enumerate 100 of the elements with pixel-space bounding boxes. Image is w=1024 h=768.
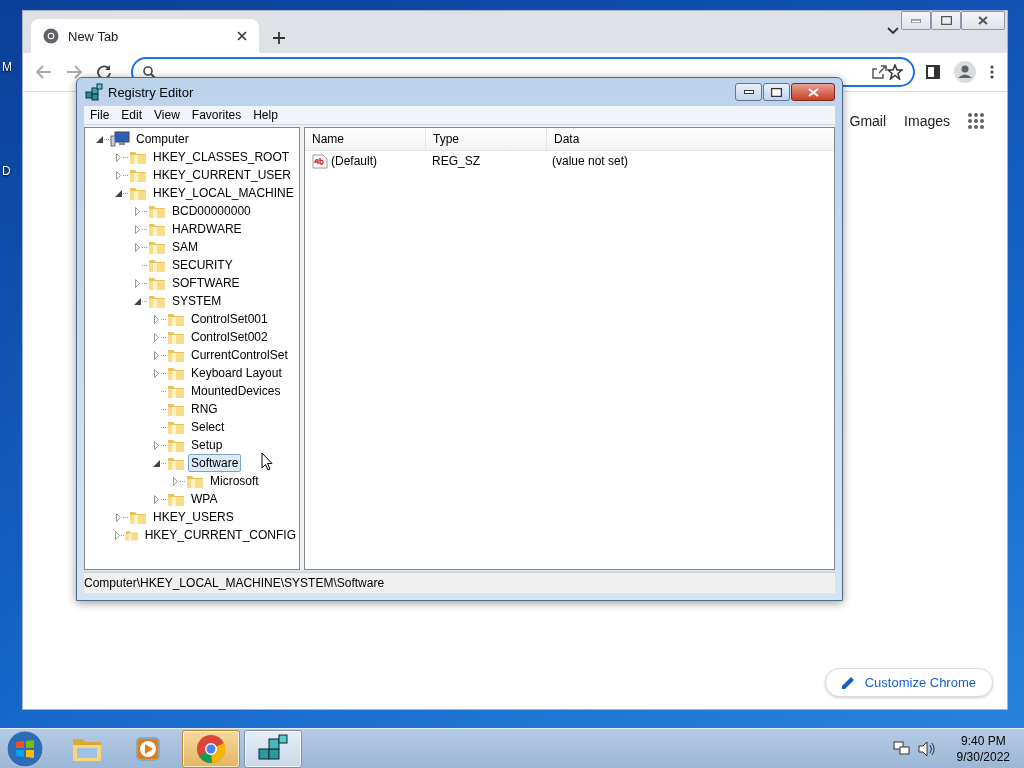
new-tab-icon[interactable] bbox=[273, 32, 285, 44]
tree-item[interactable]: MountedDevices bbox=[188, 382, 284, 400]
search-icon bbox=[143, 65, 156, 79]
folder-icon bbox=[167, 419, 185, 435]
close-icon[interactable] bbox=[237, 31, 247, 41]
chevron-down-icon[interactable] bbox=[887, 27, 899, 35]
star-icon[interactable] bbox=[887, 64, 903, 80]
column-header[interactable]: Name bbox=[305, 128, 426, 150]
tree-item[interactable]: BCD00000000 bbox=[169, 202, 254, 220]
tree-item[interactable]: Select bbox=[188, 418, 228, 436]
folder-icon bbox=[148, 275, 166, 291]
tree-item[interactable]: HKEY_CLASSES_ROOT bbox=[150, 148, 293, 166]
tree-item[interactable]: SAM bbox=[169, 238, 201, 256]
folder-icon bbox=[148, 257, 166, 273]
tree-item[interactable]: HKEY_LOCAL_MACHINE bbox=[150, 184, 297, 202]
folder-icon bbox=[167, 329, 185, 345]
tree-item[interactable]: Keyboard Layout bbox=[188, 364, 285, 382]
collapsed-arrow-icon[interactable] bbox=[173, 476, 178, 486]
tree-item[interactable]: HARDWARE bbox=[169, 220, 245, 238]
browser-tab[interactable]: New Tab bbox=[31, 19, 259, 53]
tree-item[interactable]: Microsoft bbox=[207, 472, 262, 490]
tree-item[interactable]: HKEY_USERS bbox=[150, 508, 237, 526]
share-icon[interactable] bbox=[871, 65, 887, 79]
value-name[interactable]: (Default) bbox=[305, 153, 425, 169]
side-panel-icon[interactable] bbox=[926, 65, 940, 79]
collapsed-arrow-icon[interactable] bbox=[135, 278, 140, 288]
tree-item[interactable]: HKEY_CURRENT_CONFIG bbox=[141, 526, 299, 544]
close-button[interactable] bbox=[961, 11, 1005, 30]
folder-icon bbox=[148, 293, 166, 309]
menu-item[interactable]: Edit bbox=[115, 108, 149, 122]
start-orb-icon[interactable] bbox=[6, 730, 44, 768]
menu-icon[interactable] bbox=[990, 65, 994, 79]
tree-item[interactable]: WPA bbox=[188, 490, 221, 508]
mouse-cursor-icon bbox=[261, 452, 273, 471]
menu-item[interactable]: Favorites bbox=[185, 108, 248, 122]
column-header[interactable]: Type bbox=[426, 128, 547, 150]
folder-icon bbox=[186, 473, 204, 489]
expanded-arrow-icon[interactable] bbox=[96, 135, 103, 143]
collapsed-arrow-icon[interactable] bbox=[154, 440, 159, 450]
tree-item[interactable]: RNG bbox=[188, 400, 221, 418]
folder-icon bbox=[129, 149, 147, 165]
column-header[interactable]: Data bbox=[547, 128, 834, 150]
folder-icon bbox=[148, 221, 166, 237]
tree-item[interactable]: CurrentControlSet bbox=[188, 346, 291, 364]
forward-icon[interactable] bbox=[66, 65, 82, 79]
maximize-icon bbox=[940, 16, 952, 25]
desktop-icon-label[interactable]: M bbox=[2, 60, 12, 74]
folder-icon bbox=[167, 437, 185, 453]
tree-item[interactable]: ControlSet002 bbox=[188, 328, 271, 346]
folder-icon bbox=[129, 509, 147, 525]
menu-item[interactable]: File bbox=[84, 108, 116, 122]
customize-chrome-button[interactable]: Customize Chrome bbox=[824, 668, 993, 697]
chrome-icon bbox=[196, 734, 226, 764]
minimize-icon bbox=[743, 90, 754, 94]
maximize-button[interactable] bbox=[931, 11, 961, 30]
expanded-arrow-icon[interactable] bbox=[153, 459, 160, 467]
network-icon[interactable] bbox=[892, 741, 911, 757]
computer-icon bbox=[110, 131, 130, 147]
tree-item[interactable]: HKEY_CURRENT_USER bbox=[150, 166, 295, 184]
profile-icon[interactable] bbox=[954, 61, 976, 83]
maximize-icon bbox=[771, 87, 782, 97]
value-data: (value not set) bbox=[551, 154, 630, 168]
volume-icon[interactable] bbox=[917, 741, 936, 757]
apps-grid-icon[interactable] bbox=[967, 112, 985, 130]
header-link[interactable]: Images bbox=[903, 113, 951, 129]
close-icon bbox=[807, 87, 819, 97]
folder-icon bbox=[129, 185, 147, 201]
collapsed-arrow-icon[interactable] bbox=[154, 494, 159, 504]
pencil-icon bbox=[841, 676, 855, 689]
window-title: Registry Editor bbox=[108, 84, 194, 100]
minimize-button[interactable] bbox=[735, 83, 762, 101]
header-link[interactable]: Gmail bbox=[848, 113, 888, 129]
tree-item[interactable]: SYSTEM bbox=[169, 292, 225, 310]
media-player-icon bbox=[135, 735, 163, 763]
folder-icon bbox=[148, 239, 166, 255]
tree-item[interactable]: Setup bbox=[188, 436, 226, 454]
folder-icon bbox=[167, 383, 185, 399]
menu-item[interactable]: View bbox=[148, 108, 186, 122]
registry-cubes-icon bbox=[85, 83, 103, 101]
maximize-button[interactable] bbox=[763, 83, 790, 101]
folder-icon bbox=[167, 311, 185, 327]
tree-item[interactable]: Software bbox=[188, 454, 242, 472]
folder-icon bbox=[167, 347, 185, 363]
folder-icon bbox=[167, 365, 185, 381]
tree-item[interactable]: ControlSet001 bbox=[188, 310, 271, 328]
taskbar-button[interactable] bbox=[244, 730, 302, 768]
clock[interactable]: 9:40 PM 9/30/2022 bbox=[956, 733, 1010, 765]
expanded-arrow-icon[interactable] bbox=[134, 297, 141, 305]
tree-item[interactable]: SECURITY bbox=[169, 256, 236, 274]
close-icon bbox=[978, 16, 988, 25]
folder-icon bbox=[167, 401, 185, 417]
close-button[interactable] bbox=[791, 83, 835, 101]
status-path: Computer\HKEY_LOCAL_MACHINE\SYSTEM\Software bbox=[84, 576, 385, 590]
expanded-arrow-icon[interactable] bbox=[115, 189, 122, 197]
desktop-icon-label[interactable]: D bbox=[2, 164, 11, 178]
taskbar-button[interactable] bbox=[182, 730, 240, 768]
tree-item[interactable]: SOFTWARE bbox=[169, 274, 243, 292]
menu-item[interactable]: Help bbox=[247, 108, 284, 122]
tree-item[interactable]: Computer bbox=[133, 130, 192, 148]
value-type: REG_SZ bbox=[431, 154, 481, 168]
